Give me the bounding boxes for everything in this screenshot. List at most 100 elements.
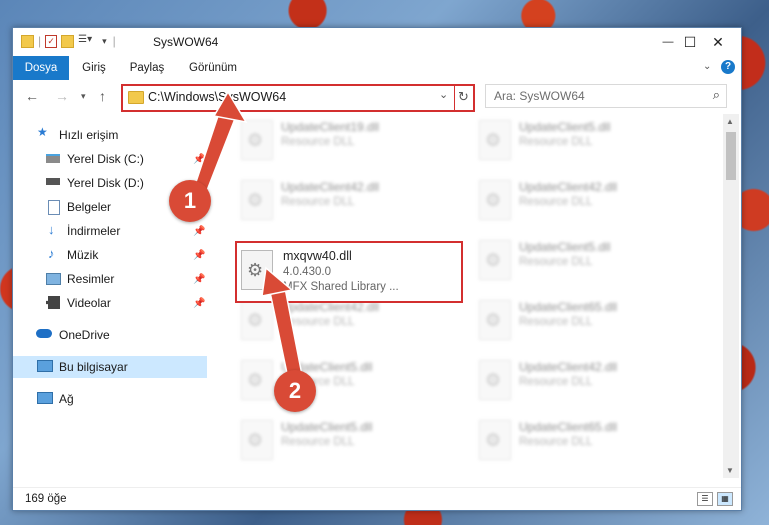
pin-icon[interactable]: 📌 — [193, 226, 205, 237]
pin-icon[interactable]: 📌 — [193, 154, 205, 165]
folder-icon — [21, 34, 34, 48]
close-button[interactable]: ✕ — [695, 28, 741, 56]
file-tile[interactable]: UpdateClient65.dll Resource DLL — [475, 414, 700, 469]
address-path[interactable]: C:\Windows\SysWOW64 — [148, 90, 286, 104]
separator: | — [112, 34, 116, 48]
sidebar-item-label: İndirmeler — [67, 224, 121, 238]
address-dropdown-icon[interactable]: ⌄ — [439, 88, 448, 101]
new-folder-icon[interactable] — [61, 34, 75, 48]
file-description: Resource DLL — [519, 316, 593, 328]
file-name: UpdateClient19.dll — [281, 120, 380, 134]
file-tile[interactable]: UpdateClient5.dll Resource DLL — [475, 114, 700, 169]
sidebar-item-quick-access[interactable]: ★ Hızlı erişim — [13, 124, 207, 146]
file-description: Resource DLL — [519, 136, 593, 148]
file-tile[interactable]: UpdateClient65.dll Resource DLL — [475, 294, 700, 349]
file-tile[interactable]: UpdateClient5.dll Resource DLL — [237, 354, 462, 409]
dll-file-icon — [479, 120, 511, 160]
highlighted-file-tile[interactable]: mxqvw40.dll 4.0.430.0 MFX Shared Library… — [235, 241, 463, 303]
step-badge-1: 1 — [169, 180, 211, 222]
back-icon[interactable]: ← — [25, 88, 39, 104]
sidebar-item-label: Hızlı erişim — [59, 128, 119, 142]
music-icon: ♪ — [48, 246, 55, 261]
star-icon: ★ — [37, 125, 48, 139]
file-name: mxqvw40.dll — [283, 249, 352, 263]
dll-file-icon — [479, 360, 511, 400]
sidebar-item-music[interactable]: ♪ Müzik 📌 — [13, 244, 207, 266]
pin-icon[interactable]: 📌 — [193, 298, 205, 309]
scroll-thumb[interactable] — [726, 132, 736, 180]
file-tile[interactable]: UpdateClient42.dll Resource DLL — [237, 174, 462, 229]
scroll-up-icon[interactable]: ▲ — [726, 117, 734, 126]
drive-icon — [46, 178, 60, 185]
pin-icon[interactable]: 📌 — [193, 250, 205, 261]
tiles-view-icon[interactable]: ▦ — [717, 492, 733, 506]
documents-icon — [48, 200, 60, 215]
sidebar-item-label: Belgeler — [67, 200, 112, 214]
search-placeholder: Ara: SysWOW64 — [494, 89, 585, 103]
network-icon — [37, 392, 53, 404]
file-tile[interactable]: UpdateClient5.dll Resource DLL — [237, 414, 462, 469]
search-icon[interactable]: ⌕ — [713, 87, 720, 103]
separator — [454, 86, 455, 110]
search-input[interactable]: Ara: SysWOW64 ⌕ — [485, 84, 727, 108]
file-name: UpdateClient5.dll — [519, 120, 611, 134]
item-count: 169 öğe — [25, 493, 67, 505]
ribbon: Dosya Giriş Paylaş Görünüm ⌄ ? — [13, 56, 741, 81]
recent-dropdown-icon[interactable]: ▾ — [81, 91, 86, 102]
sidebar-item-this-pc[interactable]: Bu bilgisayar — [13, 356, 207, 378]
navigation-pane: ★ Hızlı erişim Yerel Disk (C:) 📌 Yerel D… — [13, 114, 207, 478]
file-name: UpdateClient42.dll — [281, 180, 380, 194]
tab-paylas[interactable]: Paylaş — [123, 56, 171, 80]
sidebar-item-label: OneDrive — [59, 328, 110, 342]
sidebar-item-downloads[interactable]: ↓ İndirmeler 📌 — [13, 220, 207, 242]
dll-file-icon — [241, 360, 273, 400]
refresh-icon[interactable]: ↻ — [458, 89, 469, 105]
sidebar-item-label: Resimler — [67, 272, 115, 286]
sidebar-item-label: Bu bilgisayar — [59, 360, 128, 374]
sidebar-item-pictures[interactable]: Resimler 📌 — [13, 268, 207, 290]
file-tile[interactable]: UpdateClient42.dll Resource DLL — [475, 354, 700, 409]
file-tile[interactable]: UpdateClient19.dll Resource DLL — [237, 114, 462, 169]
sidebar-item-label: Yerel Disk (C:) — [67, 152, 144, 166]
cloud-icon — [36, 329, 52, 338]
file-tile[interactable]: UpdateClient5.dll Resource DLL — [475, 234, 700, 289]
forward-icon[interactable]: → — [55, 88, 69, 104]
computer-icon — [37, 360, 53, 372]
sidebar-item-local-disk-c[interactable]: Yerel Disk (C:) 📌 — [13, 148, 207, 170]
file-description: Resource DLL — [281, 316, 355, 328]
customize-icon[interactable]: ☰▾ — [78, 34, 92, 48]
drive-icon — [46, 154, 60, 163]
sidebar-item-videos[interactable]: Videolar 📌 — [13, 292, 207, 314]
quick-access-toolbar: | ✓ ☰▾ ▾ | — [21, 34, 116, 48]
vertical-scrollbar[interactable]: ▲ ▼ — [723, 114, 739, 478]
file-description: Resource DLL — [519, 196, 593, 208]
tab-dosya[interactable]: Dosya — [13, 56, 69, 80]
up-icon[interactable]: ↑ — [99, 88, 106, 104]
help-icon[interactable]: ? — [721, 60, 735, 74]
dll-file-icon — [479, 240, 511, 280]
address-bar[interactable]: C:\Windows\SysWOW64 ⌄ ↻ — [121, 84, 475, 112]
pin-icon[interactable]: 📌 — [193, 274, 205, 285]
dll-file-icon — [241, 120, 273, 160]
details-view-icon[interactable]: ☰ — [697, 492, 713, 506]
qat-dropdown-icon[interactable]: ▾ — [102, 36, 107, 47]
tab-gorunum[interactable]: Görünüm — [183, 56, 243, 80]
expand-ribbon-icon[interactable]: ⌄ — [703, 61, 711, 72]
sidebar-item-onedrive[interactable]: OneDrive — [13, 324, 207, 346]
dll-file-icon — [241, 250, 273, 290]
properties-icon[interactable]: ✓ — [45, 34, 58, 48]
file-tile[interactable]: UpdateClient42.dll Resource DLL — [475, 174, 700, 229]
file-description: Resource DLL — [519, 256, 593, 268]
sidebar-item-network[interactable]: Ağ — [13, 388, 207, 410]
videos-icon — [46, 296, 60, 309]
file-description: Resource DLL — [281, 436, 355, 448]
file-description: Resource DLL — [281, 196, 355, 208]
dll-file-icon — [241, 180, 273, 220]
tab-giris[interactable]: Giriş — [73, 56, 115, 80]
file-description: Resource DLL — [519, 436, 593, 448]
folder-icon — [128, 91, 144, 104]
dll-file-icon — [479, 180, 511, 220]
scroll-down-icon[interactable]: ▼ — [726, 466, 734, 475]
sidebar-item-label: Videolar — [67, 296, 111, 310]
file-name: UpdateClient65.dll — [519, 300, 618, 314]
